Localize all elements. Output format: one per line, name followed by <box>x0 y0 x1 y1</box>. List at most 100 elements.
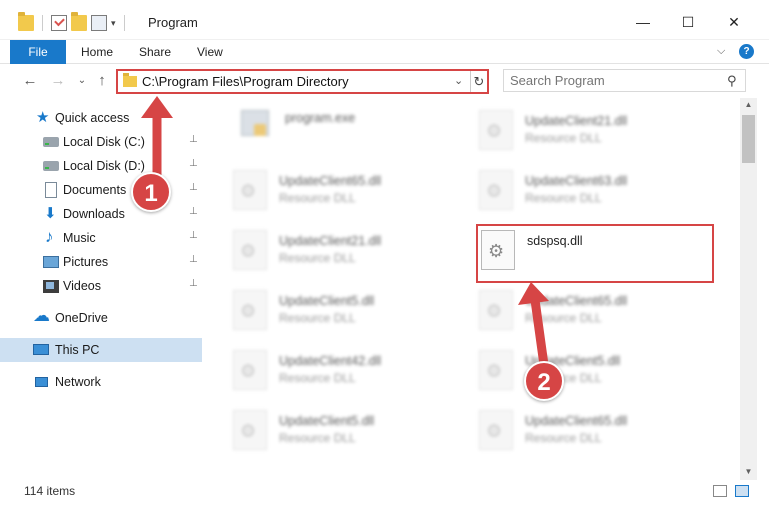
pin-icon[interactable]: ⊥ <box>189 278 198 289</box>
file-type: Resource DLL <box>525 191 602 205</box>
chevron-down-icon[interactable]: ▾ <box>111 18 116 29</box>
search-icon[interactable]: ⚲ <box>727 73 737 89</box>
highlight-box <box>476 224 714 283</box>
back-button[interactable]: ← <box>20 71 40 91</box>
properties-check-icon[interactable] <box>51 15 67 31</box>
file-list: program.exe UpdateClient21.dll Resource … <box>205 98 740 470</box>
sidebar-item-label: Documents <box>63 183 127 197</box>
properties-icon[interactable] <box>91 15 107 31</box>
file-type: Resource DLL <box>525 431 602 445</box>
new-folder-icon[interactable] <box>71 12 87 31</box>
dll-file-icon <box>233 410 267 450</box>
sidebar-item-label: Downloads <box>63 207 125 221</box>
sidebar-item-downloads[interactable]: Downloads ⊥ <box>0 202 202 226</box>
file-name: UpdateClient65.dll <box>279 174 382 188</box>
file-item-program-exe[interactable]: program.exe <box>233 104 463 158</box>
refresh-button[interactable]: ↻ <box>470 71 487 92</box>
documents-icon <box>45 182 57 198</box>
sidebar-item-label: This PC <box>55 343 100 357</box>
close-button[interactable]: ✕ <box>724 12 744 32</box>
search-input[interactable] <box>510 72 720 89</box>
file-type: Resource DLL <box>279 371 356 385</box>
file-item[interactable]: UpdateClient5.dll Resource DLL <box>227 404 457 458</box>
sidebar-item-music[interactable]: Music ⊥ <box>0 226 202 250</box>
tab-share[interactable]: Share <box>139 40 171 64</box>
vertical-scrollbar[interactable]: ▲ ▼ <box>740 98 757 482</box>
file-item[interactable]: UpdateClient65.dll Resource DLL <box>473 284 703 338</box>
address-bar[interactable]: C:\Program Files\Program Directory ⌄ ↻ <box>116 69 489 94</box>
dll-file-icon <box>233 290 267 330</box>
file-item[interactable]: UpdateClient63.dll Resource DLL <box>473 164 703 218</box>
address-dropdown-icon[interactable]: ⌄ <box>454 74 463 87</box>
up-button[interactable]: ↑ <box>92 71 112 91</box>
title-bar: ▾ Program — ☐ ✕ <box>0 0 769 40</box>
sidebar-item-onedrive[interactable]: OneDrive <box>0 306 202 330</box>
sidebar-item-videos[interactable]: Videos ⊥ <box>0 274 202 298</box>
sidebar-item-label: OneDrive <box>55 311 108 325</box>
file-name: UpdateClient65.dll <box>525 414 628 428</box>
sidebar-item-this-pc[interactable]: This PC <box>0 338 202 362</box>
sidebar-item-documents[interactable]: Documents ⊥ <box>0 178 202 202</box>
file-name: UpdateClient21.dll <box>279 234 382 248</box>
pin-icon[interactable]: ⊥ <box>189 182 198 193</box>
sidebar-item-label: Pictures <box>63 255 109 269</box>
maximize-button[interactable]: ☐ <box>678 12 698 32</box>
file-type: Resource DLL <box>279 251 356 265</box>
pin-icon[interactable]: ⊥ <box>189 230 198 241</box>
expand-ribbon-icon[interactable]: ⌵ <box>717 45 725 58</box>
pin-icon[interactable]: ⊥ <box>189 134 198 145</box>
quick-access-toolbar: ▾ <box>18 12 129 33</box>
disk-icon <box>43 161 59 171</box>
pin-icon[interactable]: ⊥ <box>189 158 198 169</box>
tab-file[interactable]: File <box>10 40 66 64</box>
sidebar-item-pictures[interactable]: Pictures ⊥ <box>0 250 202 274</box>
forward-button[interactable]: → <box>48 71 68 91</box>
dll-file-icon <box>233 350 267 390</box>
separator <box>123 15 125 31</box>
scroll-down-icon[interactable]: ▼ <box>740 467 757 479</box>
address-path[interactable]: C:\Program Files\Program Directory <box>142 74 349 89</box>
dll-file-icon <box>479 170 513 210</box>
tab-home[interactable]: Home <box>81 40 113 64</box>
file-item[interactable]: UpdateClient21.dll Resource DLL <box>473 104 703 158</box>
pin-icon[interactable]: ⊥ <box>189 206 198 217</box>
file-name: UpdateClient65.dll <box>525 294 628 308</box>
file-item[interactable]: UpdateClient42.dll Resource DLL <box>227 344 457 398</box>
folder-icon <box>18 12 34 31</box>
file-item[interactable]: UpdateClient65.dll Resource DLL <box>227 164 457 218</box>
music-icon <box>43 227 59 247</box>
item-count: 114 items <box>24 484 76 498</box>
search-box[interactable]: ⚲ <box>503 69 746 92</box>
sidebar-item-label: Network <box>55 375 101 389</box>
help-icon[interactable]: ? <box>739 44 754 59</box>
scroll-thumb[interactable] <box>742 115 755 163</box>
minimize-button[interactable]: — <box>633 12 653 32</box>
large-icons-view-button[interactable] <box>735 485 749 497</box>
sidebar-item-label: Local Disk (C:) <box>63 135 145 149</box>
file-item[interactable]: UpdateClient21.dll Resource DLL <box>227 224 457 278</box>
file-item[interactable]: UpdateClient5.dll Resource DLL <box>473 344 703 398</box>
file-item[interactable]: UpdateClient5.dll Resource DLL <box>227 284 457 338</box>
navigation-bar: ← → ⌄ ↑ C:\Program Files\Program Directo… <box>0 64 769 98</box>
recent-locations-button[interactable]: ⌄ <box>72 71 92 91</box>
sidebar-item-network[interactable]: Network <box>0 370 202 394</box>
folder-icon <box>123 73 137 87</box>
step-1-badge: 1 <box>131 172 171 212</box>
sidebar-item-quick-access[interactable]: Quick access <box>0 106 202 130</box>
file-name: UpdateClient21.dll <box>525 114 628 128</box>
file-type: Resource DLL <box>279 191 356 205</box>
details-view-button[interactable] <box>713 485 727 497</box>
tab-view[interactable]: View <box>197 40 223 64</box>
dll-file-icon <box>233 170 267 210</box>
file-type: Resource DLL <box>525 311 602 325</box>
pictures-icon <box>43 256 59 268</box>
scroll-up-icon[interactable]: ▲ <box>740 100 757 112</box>
dll-file-icon <box>479 290 513 330</box>
file-name: UpdateClient5.dll <box>279 414 375 428</box>
file-item[interactable]: UpdateClient65.dll Resource DLL <box>473 404 703 458</box>
disk-icon <box>43 137 59 147</box>
sidebar-item-local-disk-d[interactable]: Local Disk (D:) ⊥ <box>0 154 202 178</box>
sidebar-item-label: Quick access <box>55 111 130 125</box>
pin-icon[interactable]: ⊥ <box>189 254 198 265</box>
sidebar-item-local-disk-c[interactable]: Local Disk (C:) ⊥ <box>0 130 202 154</box>
